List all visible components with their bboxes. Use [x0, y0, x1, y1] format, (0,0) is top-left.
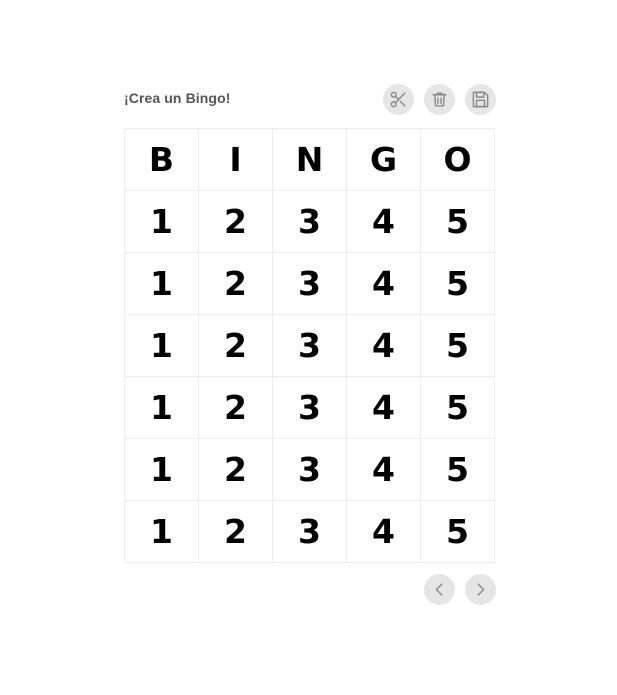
bingo-cell[interactable]: 4: [346, 314, 421, 377]
bingo-cell[interactable]: 2: [198, 438, 273, 501]
bingo-header-cell[interactable]: I: [198, 128, 273, 191]
chevron-left-icon: [435, 583, 443, 596]
bingo-cell[interactable]: 3: [272, 376, 347, 439]
bingo-header-cell[interactable]: N: [272, 128, 347, 191]
bingo-cell[interactable]: 4: [346, 438, 421, 501]
bingo-cell[interactable]: 3: [272, 252, 347, 315]
bingo-cell[interactable]: 2: [198, 314, 273, 377]
bingo-row: 1 2 3 4 5: [124, 438, 495, 501]
bingo-cell[interactable]: 2: [198, 500, 273, 563]
bingo-cell[interactable]: 1: [124, 438, 199, 501]
bingo-cell[interactable]: 1: [124, 314, 199, 377]
bingo-cell[interactable]: 3: [272, 314, 347, 377]
page-title: ¡Crea un Bingo!: [124, 90, 231, 106]
previous-button[interactable]: [424, 574, 455, 605]
bingo-row: 1 2 3 4 5: [124, 500, 495, 563]
bingo-builder: ¡Crea un Bingo! B I N G O 1 2 3 4 5 1 2 …: [0, 0, 617, 695]
bingo-cell[interactable]: 1: [124, 190, 199, 253]
bingo-cell[interactable]: 2: [198, 252, 273, 315]
bingo-cell[interactable]: 1: [124, 500, 199, 563]
bingo-header-cell[interactable]: G: [346, 128, 421, 191]
cut-button[interactable]: [383, 84, 414, 115]
scissors-icon: [390, 91, 406, 108]
bingo-row: 1 2 3 4 5: [124, 314, 495, 377]
floppy-disk-icon: [472, 91, 489, 108]
bingo-cell[interactable]: 4: [346, 376, 421, 439]
toolbar: [383, 84, 496, 115]
bingo-cell[interactable]: 1: [124, 252, 199, 315]
bingo-cell[interactable]: 5: [420, 438, 495, 501]
next-button[interactable]: [465, 574, 496, 605]
pagination: [424, 574, 496, 605]
bingo-row: 1 2 3 4 5: [124, 190, 495, 253]
bingo-cell[interactable]: 4: [346, 252, 421, 315]
bingo-header-cell[interactable]: B: [124, 128, 199, 191]
bingo-cell[interactable]: 5: [420, 376, 495, 439]
bingo-cell[interactable]: 4: [346, 500, 421, 563]
bingo-cell[interactable]: 3: [272, 500, 347, 563]
save-button[interactable]: [465, 84, 496, 115]
bingo-cell[interactable]: 5: [420, 190, 495, 253]
delete-button[interactable]: [424, 84, 455, 115]
bingo-cell[interactable]: 2: [198, 190, 273, 253]
trash-icon: [432, 92, 447, 107]
bingo-card: B I N G O 1 2 3 4 5 1 2 3 4 5 1 2 3 4 5 …: [124, 128, 495, 563]
chevron-right-icon: [477, 583, 485, 596]
bingo-header-row: B I N G O: [124, 128, 495, 191]
bingo-cell[interactable]: 5: [420, 500, 495, 563]
bingo-row: 1 2 3 4 5: [124, 252, 495, 315]
bingo-cell[interactable]: 5: [420, 314, 495, 377]
bingo-cell[interactable]: 2: [198, 376, 273, 439]
bingo-cell[interactable]: 3: [272, 438, 347, 501]
bingo-cell[interactable]: 1: [124, 376, 199, 439]
bingo-cell[interactable]: 4: [346, 190, 421, 253]
bingo-header-cell[interactable]: O: [420, 128, 495, 191]
bingo-cell[interactable]: 3: [272, 190, 347, 253]
bingo-cell[interactable]: 5: [420, 252, 495, 315]
bingo-row: 1 2 3 4 5: [124, 376, 495, 439]
